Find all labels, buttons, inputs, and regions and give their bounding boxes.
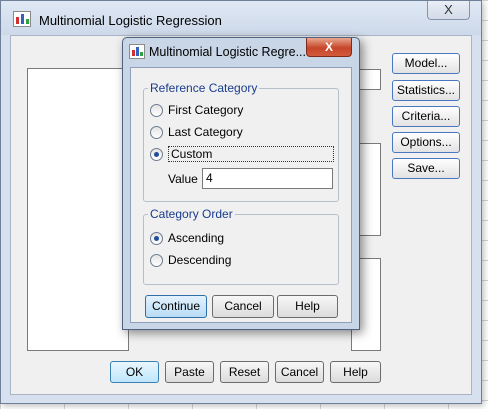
category-order-legend: Category Order [148,207,235,221]
radio-custom[interactable]: Custom [150,146,334,162]
radio-label: Custom [168,146,334,162]
ok-button[interactable]: OK [110,361,159,383]
options-button[interactable]: Options... [392,132,460,153]
radio-ascending[interactable]: Ascending [150,230,224,246]
radio-button-selected[interactable] [150,147,163,161]
radio-descending[interactable]: Descending [150,252,231,268]
sub-close-button[interactable]: X [306,38,352,57]
continue-button[interactable]: Continue [145,295,207,318]
radio-button-selected[interactable] [150,231,163,245]
model-button[interactable]: Model... [392,53,460,74]
spss-table-icon [129,44,145,59]
radio-button[interactable] [150,125,163,139]
main-dialog-title: Multinomial Logistic Regression [39,13,222,28]
model-button-label: Model... [404,56,448,70]
category-order-group: Category Order Ascending Descending [143,207,339,285]
sub-dialog-title: Multinomial Logistic Regre... [149,45,307,59]
criteria-button-label: Criteria... [401,109,451,123]
criteria-button[interactable]: Criteria... [392,106,460,127]
options-button-label: Options... [400,135,452,149]
help-button-label: Help [343,365,368,379]
help-button-label: Help [295,299,320,313]
variable-list[interactable] [27,68,129,351]
cancel-button-label: Cancel [280,365,319,379]
paste-button-label: Paste [174,365,205,379]
radio-label: Last Category [168,125,243,139]
cancel-button[interactable]: Cancel [275,361,324,383]
statistics-button[interactable]: Statistics... [392,80,460,101]
sub-cancel-button[interactable]: Cancel [212,295,274,318]
main-title-bar[interactable]: Multinomial Logistic Regression X [1,1,481,35]
save-button-label: Save... [407,161,445,175]
save-button[interactable]: Save... [392,158,460,179]
close-icon: X [324,40,333,54]
radio-first-category[interactable]: First Category [150,102,243,118]
close-icon: X [444,2,453,17]
radio-label: First Category [168,103,244,117]
help-button[interactable]: Help [330,361,381,383]
value-label: Value [168,172,198,186]
sub-dialog-body: Reference Category First Category Last C… [130,67,352,323]
statistics-button-label: Statistics... [396,83,455,97]
radio-label: Ascending [168,231,225,245]
radio-button[interactable] [150,253,163,267]
radio-last-category[interactable]: Last Category [150,124,243,140]
sub-help-button[interactable]: Help [277,295,338,318]
reference-category-group: Reference Category First Category Last C… [143,81,339,202]
reference-category-dialog: Multinomial Logistic Regre... X Referenc… [122,37,360,330]
paste-button[interactable]: Paste [165,361,214,383]
custom-value-input[interactable]: 4 [202,168,333,189]
reference-category-legend: Reference Category [148,81,260,95]
radio-button[interactable] [150,103,163,117]
reset-button-label: Reset [228,365,261,379]
spss-table-icon [13,11,31,27]
reset-button[interactable]: Reset [220,361,269,383]
cancel-button-label: Cancel [224,299,262,313]
radio-label: Descending [168,253,232,267]
continue-button-label: Continue [151,299,201,313]
ok-button-label: OK [125,365,144,379]
main-close-button[interactable]: X [427,1,470,20]
